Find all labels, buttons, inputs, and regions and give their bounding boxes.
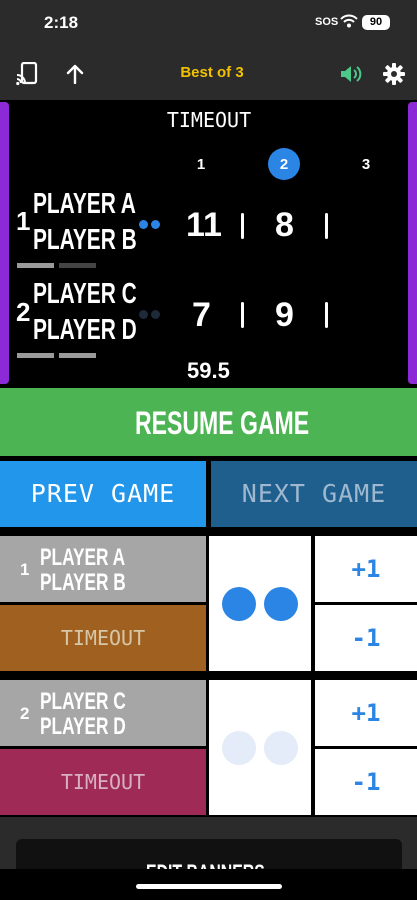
clock: 2:18: [44, 13, 79, 32]
score-separator: [241, 302, 244, 328]
resume-game-label: RESUME GAME: [135, 405, 310, 441]
team-2-minus-one-button[interactable]: -1: [315, 749, 417, 815]
team-2-serve-indicator-2: [264, 731, 298, 765]
next-game-button[interactable]: NEXT GAME: [211, 461, 417, 527]
edit-banners-label: EDIT BANNERS: [146, 860, 265, 869]
team-2-score-game-2: 9: [275, 296, 294, 334]
cast-icon[interactable]: [16, 62, 38, 86]
team-2-serve-dot-2: [151, 310, 160, 319]
team-2-player-c: PLAYER C: [33, 278, 137, 310]
home-indicator[interactable]: [136, 884, 282, 889]
team-1-serve-panel[interactable]: [209, 536, 311, 671]
team-1-panel-number: 1: [20, 560, 30, 579]
score-separator: [325, 213, 328, 239]
team-1-number: 1: [16, 206, 31, 236]
timeout-timer: 59.5: [187, 358, 230, 383]
team-2-plus-one-button[interactable]: +1: [315, 680, 417, 746]
team-2-name-panel: 2 PLAYER C PLAYER D: [0, 680, 206, 746]
team-2-score-game-1: 7: [192, 296, 211, 334]
team-1-player-b: PLAYER B: [33, 224, 137, 256]
team-1-plus-one-button[interactable]: +1: [315, 536, 417, 602]
team-2-player-d: PLAYER D: [33, 314, 137, 346]
scoreboard-right-edge: [408, 102, 417, 384]
sos-indicator: SOS: [315, 16, 339, 28]
team-2-panel-player-c: PLAYER C: [40, 688, 126, 715]
scoreboard-left-edge: [0, 102, 9, 384]
game-header-1: 1: [196, 156, 206, 173]
team-2-timeout-bar-1: [17, 353, 54, 358]
team-1-panel-player-a: PLAYER A: [40, 544, 126, 571]
team-2-number: 2: [16, 297, 31, 327]
team-1-timeout-bar-1: [17, 263, 54, 268]
battery-indicator: 90: [362, 15, 390, 30]
team-2-serve-indicator-1: [222, 731, 256, 765]
score-separator: [241, 213, 244, 239]
gear-icon[interactable]: [383, 63, 405, 85]
team-1-player-a: PLAYER A: [33, 188, 136, 220]
team-1-serve-indicator-2: [264, 587, 298, 621]
prev-game-label: PREV GAME: [30, 479, 176, 508]
next-game-label: NEXT GAME: [241, 479, 387, 508]
team-1-timeout-button[interactable]: TIMEOUT: [0, 605, 206, 671]
match-format-title[interactable]: Best of 3: [160, 64, 264, 81]
team-1-score-game-1: 11: [186, 206, 222, 244]
game-status: TIMEOUT: [166, 108, 252, 132]
team-1-panel-player-b: PLAYER B: [40, 569, 126, 596]
team-2-panel-number: 2: [20, 704, 30, 723]
resume-game-button[interactable]: RESUME GAME: [0, 388, 417, 456]
speaker-icon[interactable]: [340, 64, 362, 84]
team-1-timeout-bar-2: [59, 263, 96, 268]
prev-game-button[interactable]: PREV GAME: [0, 461, 206, 527]
team-1-serve-dot-1: [139, 220, 148, 229]
team-1-name-panel: 1 PLAYER A PLAYER B: [0, 536, 206, 602]
team-1-serve-indicator-1: [222, 587, 256, 621]
team-2-serve-panel[interactable]: [209, 680, 311, 815]
edit-banners-button[interactable]: EDIT BANNERS: [16, 839, 402, 869]
team-1-score-game-2: 8: [275, 206, 294, 244]
team-2-timeout-bar-2: [59, 353, 96, 358]
game-header-3: 3: [361, 156, 371, 173]
game-header-2: 2: [279, 156, 289, 173]
team-1-serve-dot-2: [151, 220, 160, 229]
wifi-icon: [340, 14, 358, 28]
team-2-serve-dot-1: [139, 310, 148, 319]
team-2-timeout-button[interactable]: TIMEOUT: [0, 749, 206, 815]
up-arrow-icon[interactable]: [66, 64, 84, 84]
score-separator: [325, 302, 328, 328]
team-1-minus-one-button[interactable]: -1: [315, 605, 417, 671]
team-2-panel-player-d: PLAYER D: [40, 713, 126, 740]
